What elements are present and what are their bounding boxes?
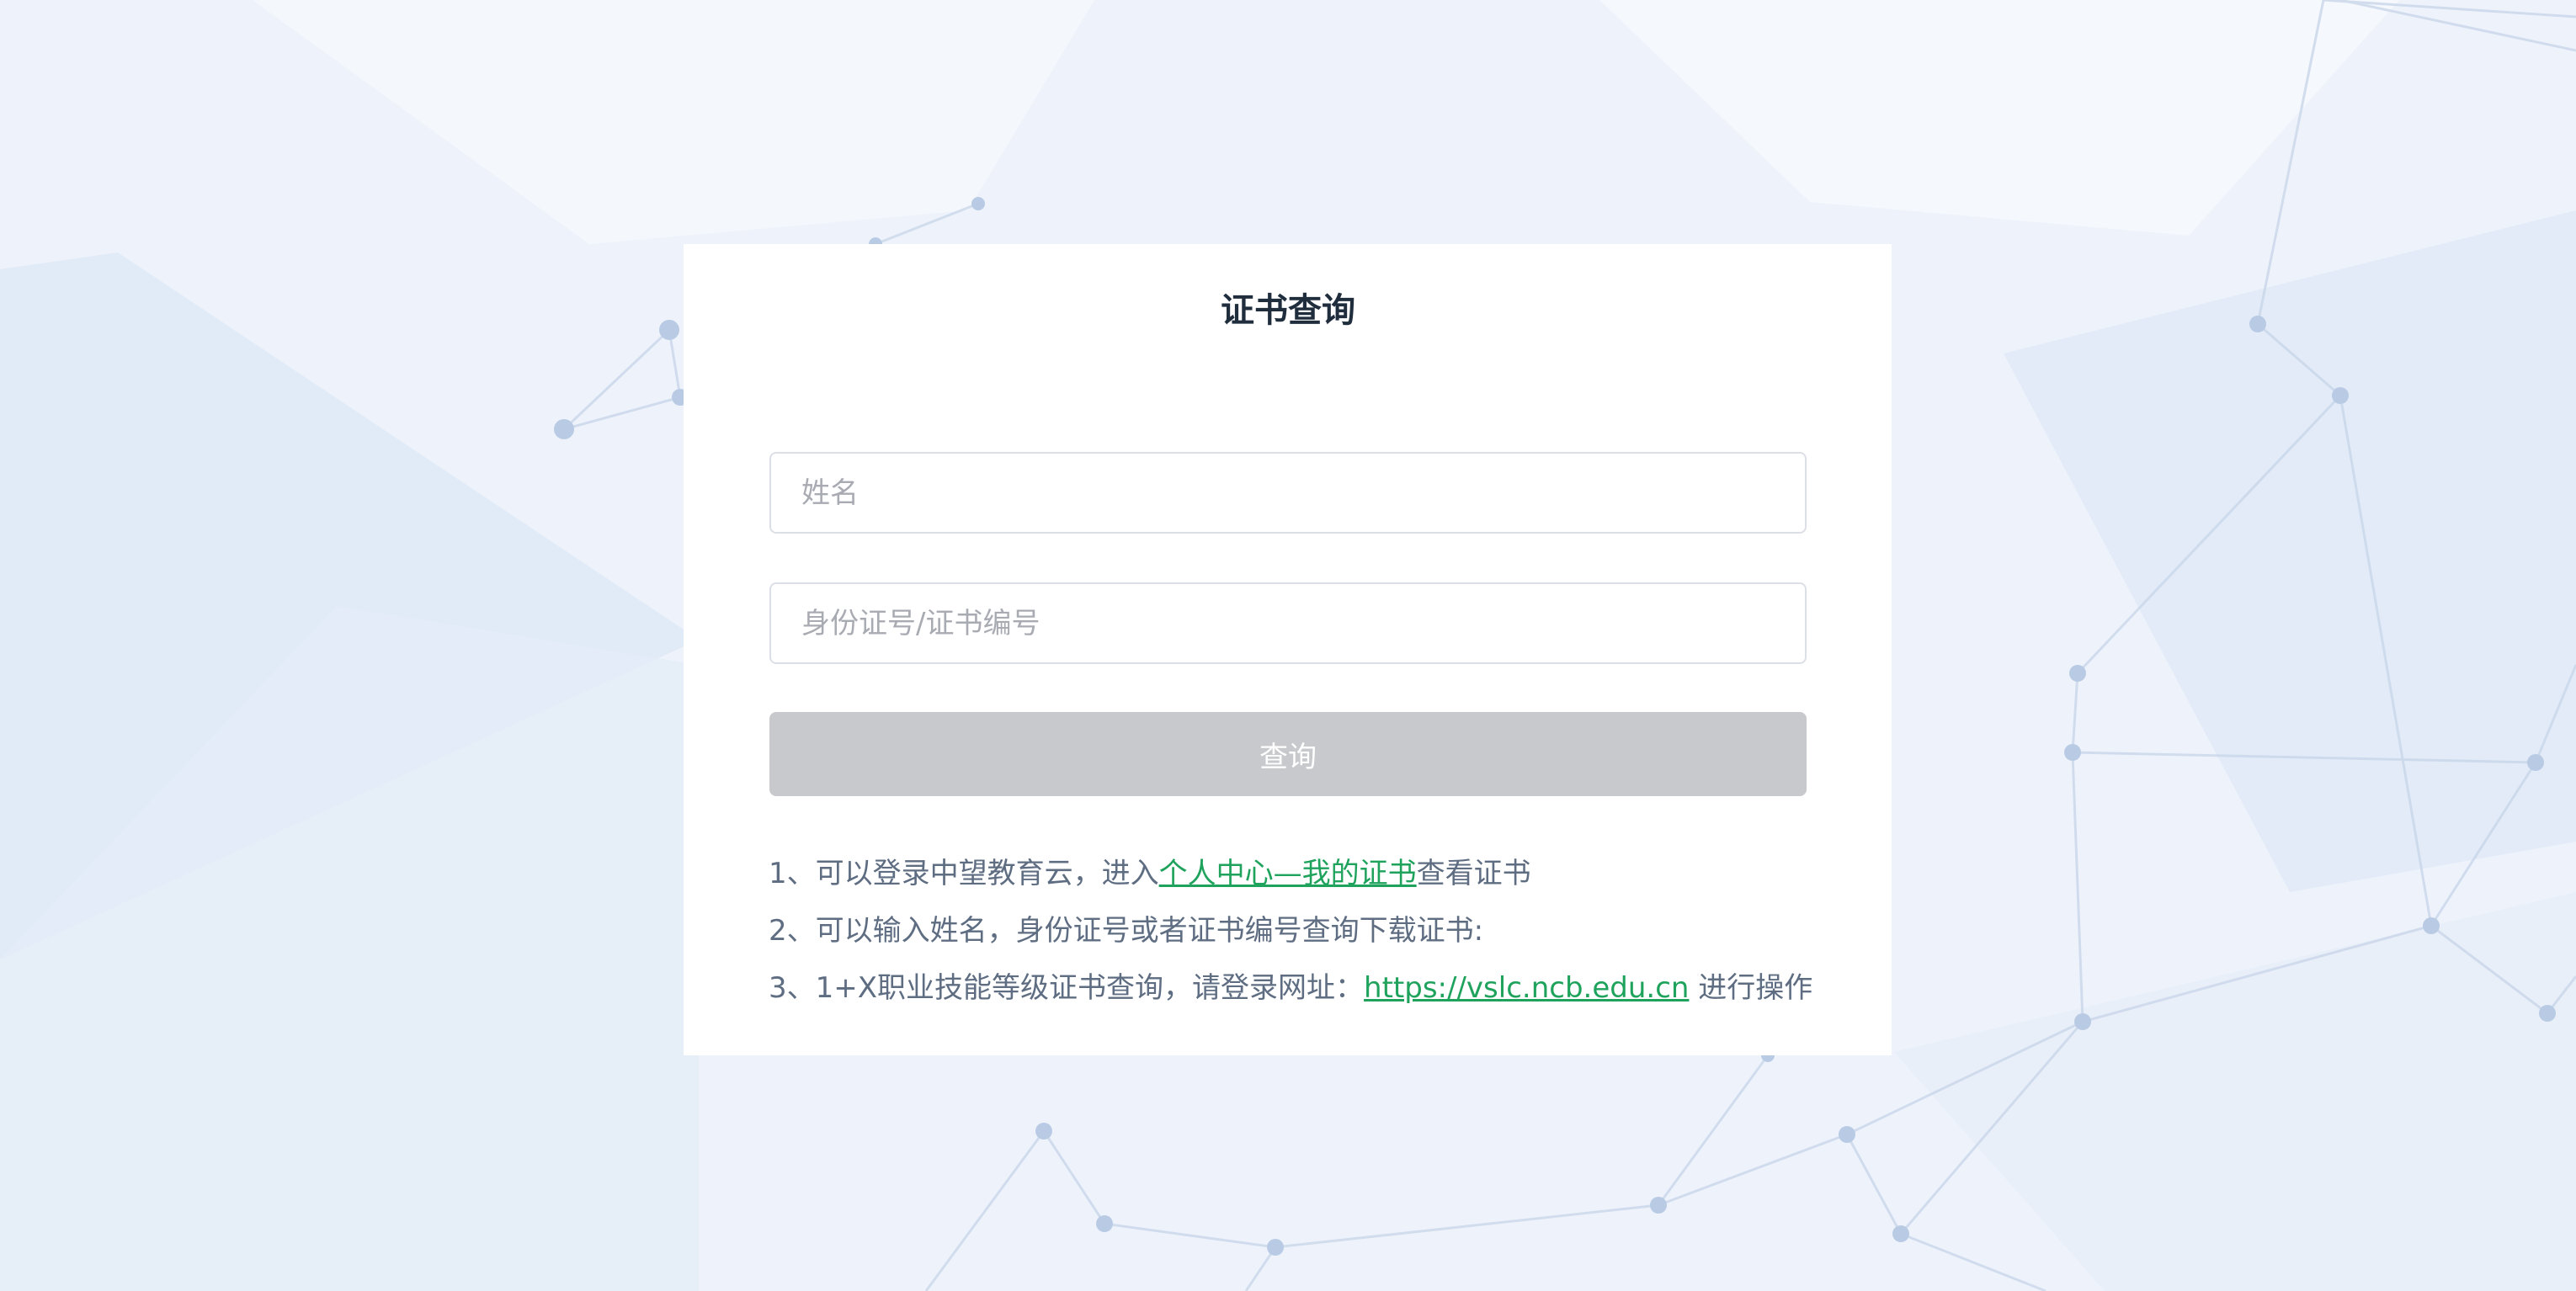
instruction-2-text: 2、可以输入姓名，身份证号或者证书编号查询下载证书: — [769, 914, 1484, 948]
personal-center-certificate-link[interactable]: 个人中心—我的证书 — [1159, 857, 1417, 890]
instruction-3-suffix: 进行操作 — [1689, 971, 1813, 1005]
name-input[interactable] — [769, 452, 1807, 534]
id-or-certificate-number-input[interactable] — [769, 582, 1807, 664]
instructions: 1、可以登录中望教育云，进入个人中心—我的证书查看证书 2、可以输入姓名，身份证… — [769, 845, 1812, 1017]
query-button[interactable]: 查询 — [769, 712, 1807, 796]
instruction-1: 1、可以登录中望教育云，进入个人中心—我的证书查看证书 — [769, 845, 1812, 902]
page-title: 证书查询 — [1221, 291, 1355, 330]
instruction-2: 2、可以输入姓名，身份证号或者证书编号查询下载证书: — [769, 902, 1812, 959]
instruction-1-suffix: 查看证书 — [1416, 857, 1531, 890]
instruction-3: 3、1+X职业技能等级证书查询，请登录网址：https://vslc.ncb.e… — [769, 959, 1812, 1017]
instruction-3-prefix: 3、1+X职业技能等级证书查询，请登录网址： — [769, 971, 1365, 1005]
instruction-1-prefix: 1、可以登录中望教育云，进入 — [769, 857, 1159, 890]
vslc-website-link[interactable]: https://vslc.ncb.edu.cn — [1364, 971, 1689, 1005]
